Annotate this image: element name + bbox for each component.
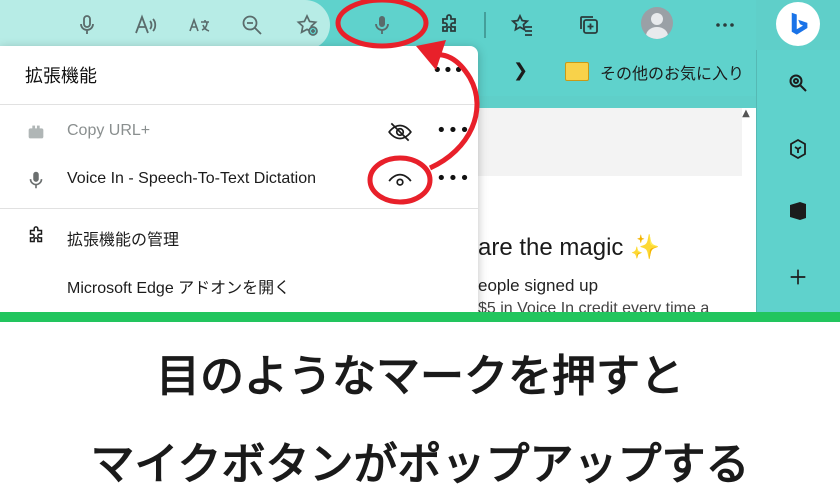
extension-name-copy-url[interactable]: Copy URL+ <box>67 122 150 140</box>
favorites-icon[interactable] <box>505 8 539 42</box>
add-icon[interactable] <box>783 262 813 292</box>
chevron-right-icon[interactable]: ❯ <box>513 60 528 81</box>
collections-icon[interactable] <box>572 8 606 42</box>
scroll-up-arrow-icon[interactable]: ▲ <box>738 108 754 124</box>
read-aloud-icon[interactable] <box>128 8 162 42</box>
menu-more-options-icon[interactable]: ••• <box>432 60 464 81</box>
caption-line-2: マイクボタンがポップアップする <box>90 439 750 490</box>
copilot-icon[interactable] <box>783 134 813 164</box>
settings-more-icon[interactable] <box>708 8 742 42</box>
sparkles-icon: ✨ <box>630 234 660 261</box>
toolbar-separator <box>484 12 486 38</box>
extensions-manage-icon <box>24 224 48 248</box>
green-divider <box>0 312 840 322</box>
search-icon[interactable] <box>783 68 813 98</box>
edge-sidebar <box>756 50 840 312</box>
other-favorites-label[interactable]: その他のお気に入り <box>600 60 744 84</box>
page-headline: are the magic ✨ <box>478 234 660 261</box>
read-aloud-mic-icon[interactable] <box>70 8 104 42</box>
caption-line-1: 目のようなマークを押すと <box>156 351 684 402</box>
page-text-line-2: $5 in Voice In credit every time a <box>478 300 710 312</box>
folder-icon <box>565 62 589 81</box>
profile-avatar[interactable] <box>641 7 673 39</box>
manage-extensions-link[interactable]: 拡張機能の管理 <box>67 226 179 250</box>
zoom-out-icon[interactable] <box>235 8 269 42</box>
copy-url-more-icon[interactable]: ••• <box>436 120 471 141</box>
extension-name-voice-in[interactable]: Voice In - Speech-To-Text Dictation <box>67 170 316 188</box>
address-bar-end[interactable] <box>0 0 330 50</box>
edge-addons-link[interactable]: Microsoft Edge アドオンを開く <box>67 274 290 298</box>
translate-icon[interactable] <box>183 8 217 42</box>
extensions-menu-title: 拡張機能 <box>25 66 97 86</box>
page-text-line-1: eople signed up <box>478 276 599 295</box>
bing-chat-icon[interactable] <box>776 2 820 46</box>
menu-divider <box>0 208 478 209</box>
eye-slash-icon[interactable] <box>386 120 414 144</box>
microphone-icon <box>24 168 48 192</box>
page-header-area <box>440 108 742 176</box>
extensions-icon[interactable] <box>432 8 466 42</box>
voice-in-more-icon[interactable]: ••• <box>436 168 471 189</box>
office-icon[interactable] <box>783 196 813 226</box>
voice-in-mic-icon[interactable] <box>365 8 399 42</box>
browser-window: ❯ その他のお気に入り ▲ are the magic ✨ eople sign… <box>0 0 840 312</box>
eye-icon[interactable] <box>386 168 414 192</box>
add-favorite-icon[interactable] <box>290 8 324 42</box>
menu-divider <box>0 104 478 105</box>
copy-url-icon <box>24 120 48 144</box>
